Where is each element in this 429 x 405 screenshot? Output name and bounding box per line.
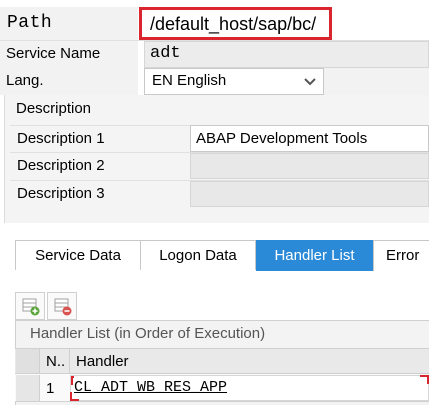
path-label: Path xyxy=(7,13,53,33)
lang-value: EN English xyxy=(152,72,227,89)
service-name-label: Service Name xyxy=(6,45,101,62)
handler-required-marker-bottom xyxy=(70,392,79,401)
tab-logon-data-label: Logon Data xyxy=(159,247,237,264)
insert-row-icon xyxy=(21,297,41,321)
handler-required-marker xyxy=(420,375,429,384)
description-1-label: Description 1 xyxy=(17,130,105,147)
row-number: 1 xyxy=(46,380,55,397)
description-title: Description xyxy=(16,100,92,117)
insert-row-button[interactable] xyxy=(15,292,45,320)
description-2-field[interactable] xyxy=(190,153,429,179)
delete-row-button[interactable] xyxy=(47,292,77,320)
path-value[interactable]: /default_host/sap/bc/ xyxy=(150,14,316,35)
chevron-down-icon[interactable] xyxy=(300,71,320,91)
service-name-field xyxy=(144,41,429,68)
row-selector-header[interactable] xyxy=(16,349,40,373)
col-divider xyxy=(69,349,70,373)
col-header-handler[interactable]: Handler xyxy=(76,353,129,370)
tab-error[interactable]: Error xyxy=(374,241,429,270)
delete-row-icon xyxy=(53,297,73,321)
tab-logon-data[interactable]: Logon Data xyxy=(141,241,256,270)
lang-row-bg xyxy=(324,68,429,95)
tab-service-data[interactable]: Service Data xyxy=(16,241,141,270)
tab-service-data-label: Service Data xyxy=(35,247,121,264)
description-3-label: Description 3 xyxy=(17,185,105,202)
tab-error-label: Error xyxy=(386,247,420,264)
col-header-number[interactable]: N.. xyxy=(46,353,65,370)
description-1-value: ABAP Development Tools xyxy=(196,130,368,147)
lang-label: Lang. xyxy=(6,72,44,89)
tab-handler-list[interactable]: Handler List xyxy=(256,240,374,271)
handler-value: CL_ADT_WB_RES_APP xyxy=(74,379,228,396)
row-selector[interactable] xyxy=(16,375,40,401)
handler-table-caption: Handler List (in Order of Execution) xyxy=(30,325,266,342)
service-name-value: adt xyxy=(150,44,181,63)
tab-handler-list-label: Handler List xyxy=(274,247,355,264)
description-2-label: Description 2 xyxy=(17,157,105,174)
description-3-field[interactable] xyxy=(190,181,429,207)
